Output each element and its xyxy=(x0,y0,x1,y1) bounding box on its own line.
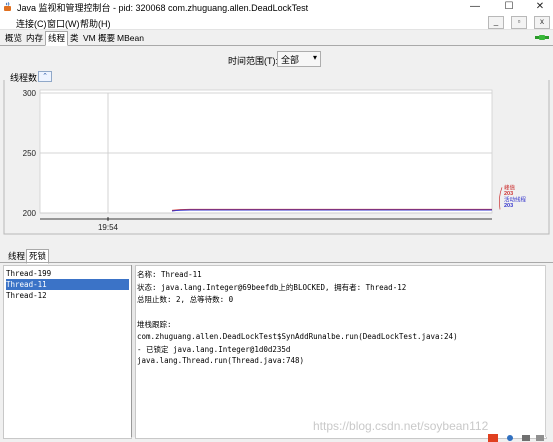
legend-connector xyxy=(498,187,503,210)
tab-overview[interactable]: 概览 xyxy=(3,32,24,45)
time-range-value: 全部 xyxy=(281,55,300,65)
legend-series-value: 203 xyxy=(504,191,513,197)
thread-count-chart: 20025030019:54 峰值203活动线程203 xyxy=(3,80,550,235)
tab-memory[interactable]: 内存 xyxy=(24,32,45,45)
tab-vm-summary[interactable]: VM 概要 xyxy=(81,32,117,45)
connection-status-icon xyxy=(535,35,549,40)
mdi-restore-button[interactable]: ▫ xyxy=(511,16,527,29)
y-tick-label: 200 xyxy=(23,209,37,218)
vertical-scrollbar[interactable] xyxy=(545,265,553,437)
watermark-text: https://blog.csdn.net/soybean112 xyxy=(313,419,489,433)
blocked-count-line: 总阻止数: 2, 总等待数: 0 xyxy=(137,295,234,304)
menu-window[interactable]: 窗口(W) xyxy=(47,17,80,30)
tab-classes[interactable]: 类 xyxy=(68,32,81,45)
thread-details: 名称: Thread-11 状态: java.lang.Integer@69be… xyxy=(135,265,547,439)
lower-tabs-divider xyxy=(0,262,553,263)
y-tick-label: 250 xyxy=(23,149,37,158)
collapse-chart-button[interactable]: ⌃ xyxy=(38,71,52,82)
taskbar-icons xyxy=(488,434,544,442)
y-tick-label: 300 xyxy=(23,89,37,98)
locked-monitor-line: - 已锁定 java.lang.Integer@1d0d235d xyxy=(137,345,291,354)
java-app-icon xyxy=(4,2,11,11)
thread-list-item[interactable]: Thread-12 xyxy=(6,290,129,301)
tab-mbean[interactable]: MBean xyxy=(115,32,146,45)
mdi-close-button[interactable]: x xyxy=(534,16,550,29)
thread-name-line: 名称: Thread-11 xyxy=(137,270,202,279)
time-range-select[interactable]: 全部 ▾ xyxy=(277,51,321,67)
stack-frame: com.zhuguang.allen.DeadLockTest$SynAddRu… xyxy=(137,332,458,341)
time-range-label: 时间范围(T): xyxy=(228,56,278,66)
thread-list-item-selected[interactable]: Thread-11 xyxy=(6,279,129,290)
close-button[interactable]: ✕ xyxy=(529,0,551,14)
thread-count-title: 线程数 xyxy=(10,71,40,84)
thread-state-line: 状态: java.lang.Integer@69beefdb上的BLOCKED,… xyxy=(137,283,407,292)
stack-trace-header: 堆栈跟踪: xyxy=(137,320,172,329)
window-title: Java 监视和管理控制台 - pid: 320068 com.zhuguang… xyxy=(17,3,309,13)
stack-frame: java.lang.Thread.run(Thread.java:748) xyxy=(137,356,305,365)
minimize-button[interactable]: — xyxy=(464,0,486,14)
lower-tab-threads[interactable]: 线程 xyxy=(6,250,27,262)
tab-threads[interactable]: 线程 xyxy=(45,31,69,46)
menu-help[interactable]: 帮助(H) xyxy=(80,17,111,30)
x-tick-label: 19:54 xyxy=(98,223,119,232)
maximize-button[interactable]: ☐ xyxy=(498,0,520,14)
legend-series-value: 203 xyxy=(504,203,513,209)
chevron-down-icon: ▾ xyxy=(312,53,317,62)
thread-list[interactable]: Thread-199 Thread-11 Thread-12 xyxy=(3,265,132,439)
menu-connection[interactable]: 连接(C) xyxy=(16,17,47,30)
thread-list-item[interactable]: Thread-199 xyxy=(6,268,129,279)
mdi-minimize-button[interactable]: _ xyxy=(488,16,504,29)
